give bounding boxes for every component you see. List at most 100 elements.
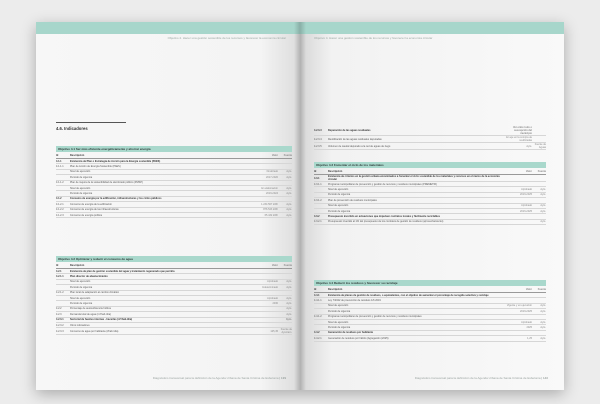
indicator-value: 1,25 [527, 336, 532, 340]
indicator-value: Ver entre todo o suscepción del municipi… [512, 126, 532, 135]
running-header: Objetivo 4. Hacer una gestión sostenible… [167, 36, 286, 40]
indicator-description: Consumo de energía de la edificación [70, 202, 112, 206]
indicator-id: 4.2.3.4 [314, 137, 322, 141]
indicator-value: 2030 [272, 302, 278, 306]
indicator-description: Nivel de ejecución [70, 296, 91, 300]
table-row: 4.2.3.3 Depuración de las aguas residuale… [314, 126, 546, 136]
indicator-id: 4.4.2.1 [314, 336, 322, 340]
column-header: Descripción [328, 170, 343, 173]
indicator-value: Indeterminado [262, 285, 278, 289]
indicator-description: Período de vigencia [70, 175, 93, 179]
indicator-value: Aprobado [267, 280, 278, 284]
indicator-id: 4.1.2.1 [56, 202, 64, 206]
indicator-source: Ayto. [540, 326, 546, 330]
indicator-source: Ayto. [286, 175, 292, 179]
table-row: 4.4.2.1 Generación de residuos por hábito… [314, 336, 546, 342]
column-header: Descripción [328, 288, 343, 291]
indicator-description: Existencia de Plan o Estrategia de Acció… [70, 159, 161, 163]
indicator-description: Plan director de abastecimiento [70, 275, 108, 279]
indicator-source: Ayto. [286, 307, 292, 311]
column-header: Id [314, 288, 317, 291]
indicator-description: Volumen de caudal depurado a la red de a… [328, 144, 391, 148]
table-row: 4.1.2.3 Consumo de energía pública 65.432 … [56, 213, 292, 219]
indicator-description: Presupuesto invertido al 1% del presupue… [328, 220, 444, 224]
indicator-value: 2016-2025 [520, 209, 532, 213]
footer-text: Diagnóstico transversal para la definici… [414, 376, 541, 380]
indicator-id: 4.1.2.3 [56, 213, 64, 217]
indicator-source: Ayto. [285, 318, 292, 322]
indicator-source: Ayto. [286, 280, 292, 284]
indicator-source: Ayto. [540, 193, 546, 197]
indicator-source: Fuente de Ayuntam. [280, 328, 292, 335]
indicator-id: 4.2.1 [56, 269, 62, 273]
indicator-id: 4.1.1 [56, 159, 62, 163]
book-spread: Objetivo 4. Hacer una gestión sostenible… [36, 22, 564, 390]
indicator-id: 4.2.2 [56, 307, 62, 311]
section-title: 4.6. Indicadores [56, 126, 88, 131]
indicator-description: Consumo de energía por la edificación, i… [70, 197, 162, 201]
indicator-id: 4.4.1.1 [314, 299, 322, 303]
column-header: Fuente [537, 170, 546, 173]
indicator-source: Ayto. [286, 213, 292, 217]
indicator-id: 4.2.1.2 [56, 291, 64, 295]
indicator-description: Reutilización de las aguas residuales de… [328, 137, 382, 141]
indicator-source: Ayto. [540, 204, 546, 208]
indicator-description: Nivel de ejecución [328, 304, 349, 308]
indicator-value: Aprobado [521, 204, 532, 208]
column-header: Descripción [70, 264, 85, 267]
indicator-description: Sectorial de fuentes internas - hacerlas… [70, 318, 133, 322]
indicator-source: Ayto. [286, 202, 292, 206]
running-header: Objetivo 4. Hacer una gestión sostenible… [314, 36, 433, 40]
page-number: | 139 [279, 376, 286, 380]
indicator-description: Nivel de ejecución [328, 188, 349, 192]
indicator-description: Plan de Acción de Energía Sostenible (PA… [70, 165, 121, 169]
left-page: Objetivo 4. Hacer una gestión sostenible… [36, 22, 300, 390]
objective-heading: Objetivo 4.3 Fomentar el ciclo de los ma… [314, 162, 546, 168]
indicator-id: 4.1.1.1 [56, 165, 64, 169]
indicator-source: Ayto. [540, 336, 546, 340]
table-row: 4.3.2.1 Presupuesto invertido al 1% del p… [314, 220, 546, 226]
indicator-value: 876.543 kWh [263, 208, 278, 212]
indicator-description: Período de vigencia [328, 209, 351, 213]
indicator-description: Nivel de ejecución [328, 204, 349, 208]
indicator-description: Nivel de ejecución [70, 186, 91, 190]
indicator-description: Existencia de planes de gestión de resid… [328, 293, 489, 297]
indicator-value: En elaboración [261, 186, 278, 190]
header-band [36, 22, 300, 34]
indicator-description: Presupuesto invertido en actuaciones que… [328, 215, 440, 219]
column-header: Id [56, 264, 59, 267]
indicator-description: Existencia de criterios en la gestión ur… [328, 175, 500, 181]
indicator-source: Ayto. [286, 285, 292, 289]
indicator-value: 2019-2025 [520, 193, 532, 197]
indicator-table-4-2: Objetivo 4.2 Optimizar y reducir el cons… [56, 256, 292, 336]
indicator-id: 4.2.3 [56, 312, 62, 316]
page-footer: Diagnóstico transversal para la definici… [415, 376, 548, 380]
table-row: 4.2.3.4 Reutilización de las aguas residu… [314, 136, 546, 143]
indicator-table-4-3: Objetivo 4.3 Fomentar el ciclo de los ma… [314, 162, 546, 226]
indicator-value: Aprobado [521, 320, 532, 324]
indicator-description: Período de vigencia [70, 302, 93, 306]
indicator-value: 125,45 [270, 329, 278, 333]
indicator-id: 4.2.1.1 [56, 275, 64, 279]
indicator-description: Programa metropolitano de prevención y g… [328, 182, 437, 186]
indicator-source: Ayto. [286, 208, 292, 212]
indicator-source: Ayto. [540, 304, 546, 308]
objective-heading: Objetivo 4.4 Reducir los residuos y favo… [314, 280, 546, 286]
column-header: Valor [525, 288, 532, 291]
indicator-id: 4.3.1.2 [314, 198, 322, 202]
indicator-id: 4.4.2 [314, 331, 320, 335]
indicator-table-4-4: Objetivo 4.4 Reducir los residuos y favo… [314, 280, 546, 342]
page-footer: Diagnóstico transversal para la definici… [153, 376, 286, 380]
indicator-source: Ayto. [286, 312, 292, 316]
right-page: Objetivo 4. Hacer una gestión sostenible… [300, 22, 564, 390]
indicator-id: 4.3.1.1 [314, 182, 322, 186]
footer-text: Diagnóstico transversal para la definici… [152, 376, 279, 380]
indicator-id: 4.2.3.1 [56, 318, 64, 322]
indicator-table-4-1: Objetivo 4.1 Ser más eficiente energétic… [56, 146, 292, 219]
indicator-description: Nivel de ejecución [70, 280, 91, 284]
indicator-value: Aprobado [267, 296, 278, 300]
indicator-description: Período de vigencia [70, 192, 93, 196]
indicator-source: Ayto. [540, 188, 546, 192]
column-header: Valor [271, 264, 278, 267]
indicator-description: Generación de residuos por habitante [328, 331, 374, 335]
